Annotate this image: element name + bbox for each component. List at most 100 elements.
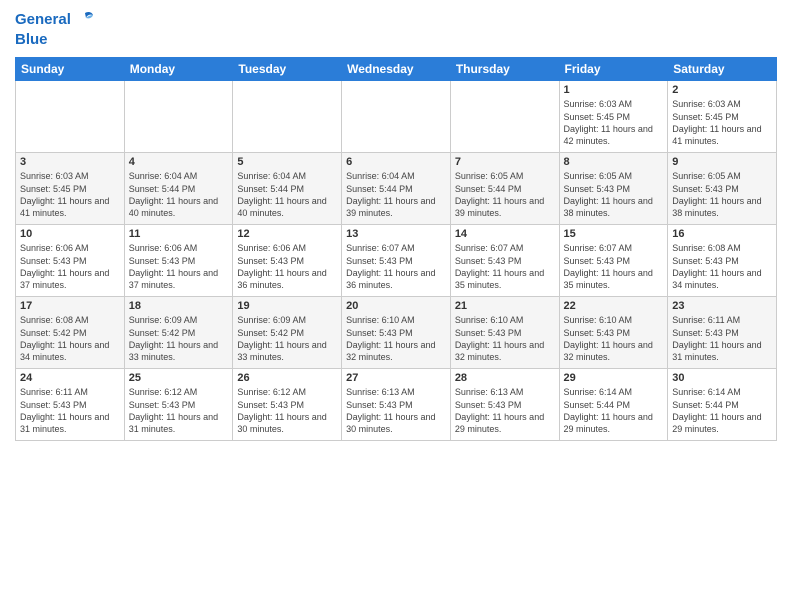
table-cell: 19 Sunrise: 6:09 AM Sunset: 5:42 PM Dayli… [233,297,342,369]
table-cell: 17 Sunrise: 6:08 AM Sunset: 5:42 PM Dayli… [16,297,125,369]
cell-info: Sunrise: 6:09 AM Sunset: 5:42 PM Dayligh… [129,314,229,363]
table-cell: 12 Sunrise: 6:06 AM Sunset: 5:43 PM Dayli… [233,225,342,297]
table-cell: 14 Sunrise: 6:07 AM Sunset: 5:43 PM Dayli… [450,225,559,297]
table-cell: 22Sunrise: 6:10 AM Sunset: 5:43 PM Dayli… [559,297,668,369]
table-cell [16,81,125,153]
cell-day-number: 19 [237,300,337,312]
cell-info: Sunrise: 6:03 AM Sunset: 5:45 PM Dayligh… [672,98,772,147]
cell-info: Sunrise: 6:07 AM Sunset: 5:43 PM Dayligh… [564,242,664,291]
table-cell: 30Sunrise: 6:14 AM Sunset: 5:44 PM Dayli… [668,369,777,441]
cell-info: Sunrise: 6:04 AM Sunset: 5:44 PM Dayligh… [129,170,229,219]
header-monday: Monday [124,58,233,81]
cell-info: Sunrise: 6:03 AM Sunset: 5:45 PM Dayligh… [20,170,120,219]
cell-day-number: 1 [564,84,664,96]
cell-info: Sunrise: 6:04 AM Sunset: 5:44 PM Dayligh… [237,170,337,219]
cell-day-number: 3 [20,156,120,168]
cell-day-number: 6 [346,156,446,168]
table-cell [450,81,559,153]
cell-info: Sunrise: 6:08 AM Sunset: 5:42 PM Dayligh… [20,314,120,363]
cell-info: Sunrise: 6:14 AM Sunset: 5:44 PM Dayligh… [672,386,772,435]
cell-info: Sunrise: 6:13 AM Sunset: 5:43 PM Dayligh… [455,386,555,435]
table-cell: 27 Sunrise: 6:13 AM Sunset: 5:43 PM Dayli… [342,369,451,441]
cell-info: Sunrise: 6:10 AM Sunset: 5:43 PM Dayligh… [346,314,446,363]
table-cell: 13 Sunrise: 6:07 AM Sunset: 5:43 PM Dayli… [342,225,451,297]
cell-info: Sunrise: 6:06 AM Sunset: 5:43 PM Dayligh… [237,242,337,291]
cell-day-number: 29 [564,372,664,384]
cell-day-number: 17 [20,300,120,312]
cell-info: Sunrise: 6:09 AM Sunset: 5:42 PM Dayligh… [237,314,337,363]
table-cell: 4 Sunrise: 6:04 AM Sunset: 5:44 PM Daylig… [124,153,233,225]
table-cell: 24 Sunrise: 6:11 AM Sunset: 5:43 PM Dayli… [16,369,125,441]
week-row-5: 24 Sunrise: 6:11 AM Sunset: 5:43 PM Dayli… [16,369,777,441]
table-cell: 16 Sunrise: 6:08 AM Sunset: 5:43 PM Dayli… [668,225,777,297]
table-cell: 18 Sunrise: 6:09 AM Sunset: 5:42 PM Dayli… [124,297,233,369]
day-of-week-row: SundayMondayTuesdayWednesdayThursdayFrid… [16,58,777,81]
cell-day-number: 20 [346,300,446,312]
cell-info: Sunrise: 6:11 AM Sunset: 5:43 PM Dayligh… [20,386,120,435]
table-cell: 2Sunrise: 6:03 AM Sunset: 5:45 PM Daylig… [668,81,777,153]
table-cell: 11 Sunrise: 6:06 AM Sunset: 5:43 PM Dayli… [124,225,233,297]
cell-info: Sunrise: 6:06 AM Sunset: 5:43 PM Dayligh… [129,242,229,291]
header-tuesday: Tuesday [233,58,342,81]
table-cell [124,81,233,153]
table-cell: 21Sunrise: 6:10 AM Sunset: 5:43 PM Dayli… [450,297,559,369]
logo: General Blue [15,10,94,49]
cell-day-number: 12 [237,228,337,240]
cell-info: Sunrise: 6:07 AM Sunset: 5:43 PM Dayligh… [346,242,446,291]
table-cell: 9Sunrise: 6:05 AM Sunset: 5:43 PM Daylig… [668,153,777,225]
cell-day-number: 8 [564,156,664,168]
header-friday: Friday [559,58,668,81]
cell-info: Sunrise: 6:12 AM Sunset: 5:43 PM Dayligh… [129,386,229,435]
cell-day-number: 26 [237,372,337,384]
table-cell: 10 Sunrise: 6:06 AM Sunset: 5:43 PM Dayli… [16,225,125,297]
table-cell: 25Sunrise: 6:12 AM Sunset: 5:43 PM Dayli… [124,369,233,441]
header-saturday: Saturday [668,58,777,81]
table-cell: 8 Sunrise: 6:05 AM Sunset: 5:43 PM Daylig… [559,153,668,225]
cell-info: Sunrise: 6:11 AM Sunset: 5:43 PM Dayligh… [672,314,772,363]
cell-info: Sunrise: 6:05 AM Sunset: 5:44 PM Dayligh… [455,170,555,219]
header-wednesday: Wednesday [342,58,451,81]
cell-day-number: 10 [20,228,120,240]
table-cell: 3 Sunrise: 6:03 AM Sunset: 5:45 PM Daylig… [16,153,125,225]
week-row-1: 1 Sunrise: 6:03 AM Sunset: 5:45 PM Daylig… [16,81,777,153]
week-row-2: 3 Sunrise: 6:03 AM Sunset: 5:45 PM Daylig… [16,153,777,225]
cell-day-number: 13 [346,228,446,240]
cell-day-number: 18 [129,300,229,312]
week-row-3: 10 Sunrise: 6:06 AM Sunset: 5:43 PM Dayli… [16,225,777,297]
cell-day-number: 14 [455,228,555,240]
table-cell: 1 Sunrise: 6:03 AM Sunset: 5:45 PM Daylig… [559,81,668,153]
header: General Blue [15,10,777,49]
table-cell: 26Sunrise: 6:12 AM Sunset: 5:43 PM Dayli… [233,369,342,441]
page: General Blue SundayMondayTuesdayWednesda… [0,0,792,612]
table-cell: 28 Sunrise: 6:13 AM Sunset: 5:43 PM Dayli… [450,369,559,441]
cell-day-number: 23 [672,300,772,312]
logo-content: General Blue [15,10,94,49]
cell-info: Sunrise: 6:13 AM Sunset: 5:43 PM Dayligh… [346,386,446,435]
cell-day-number: 9 [672,156,772,168]
table-cell: 29Sunrise: 6:14 AM Sunset: 5:44 PM Dayli… [559,369,668,441]
cell-day-number: 16 [672,228,772,240]
cell-day-number: 22 [564,300,664,312]
cell-info: Sunrise: 6:05 AM Sunset: 5:43 PM Dayligh… [564,170,664,219]
cell-day-number: 11 [129,228,229,240]
cell-info: Sunrise: 6:06 AM Sunset: 5:43 PM Dayligh… [20,242,120,291]
table-cell: 20 Sunrise: 6:10 AM Sunset: 5:43 PM Dayli… [342,297,451,369]
cell-day-number: 21 [455,300,555,312]
header-sunday: Sunday [16,58,125,81]
table-cell: 7 Sunrise: 6:05 AM Sunset: 5:44 PM Daylig… [450,153,559,225]
cell-day-number: 15 [564,228,664,240]
table-cell [342,81,451,153]
cell-day-number: 27 [346,372,446,384]
cell-day-number: 24 [20,372,120,384]
cell-info: Sunrise: 6:08 AM Sunset: 5:43 PM Dayligh… [672,242,772,291]
header-thursday: Thursday [450,58,559,81]
table-cell: 23 Sunrise: 6:11 AM Sunset: 5:43 PM Dayli… [668,297,777,369]
cell-day-number: 28 [455,372,555,384]
cell-day-number: 7 [455,156,555,168]
cell-day-number: 4 [129,156,229,168]
cell-info: Sunrise: 6:03 AM Sunset: 5:45 PM Dayligh… [564,98,664,147]
week-row-4: 17 Sunrise: 6:08 AM Sunset: 5:42 PM Dayli… [16,297,777,369]
cell-info: Sunrise: 6:07 AM Sunset: 5:43 PM Dayligh… [455,242,555,291]
table-cell: 15 Sunrise: 6:07 AM Sunset: 5:43 PM Dayli… [559,225,668,297]
calendar-body: 1 Sunrise: 6:03 AM Sunset: 5:45 PM Daylig… [16,81,777,441]
